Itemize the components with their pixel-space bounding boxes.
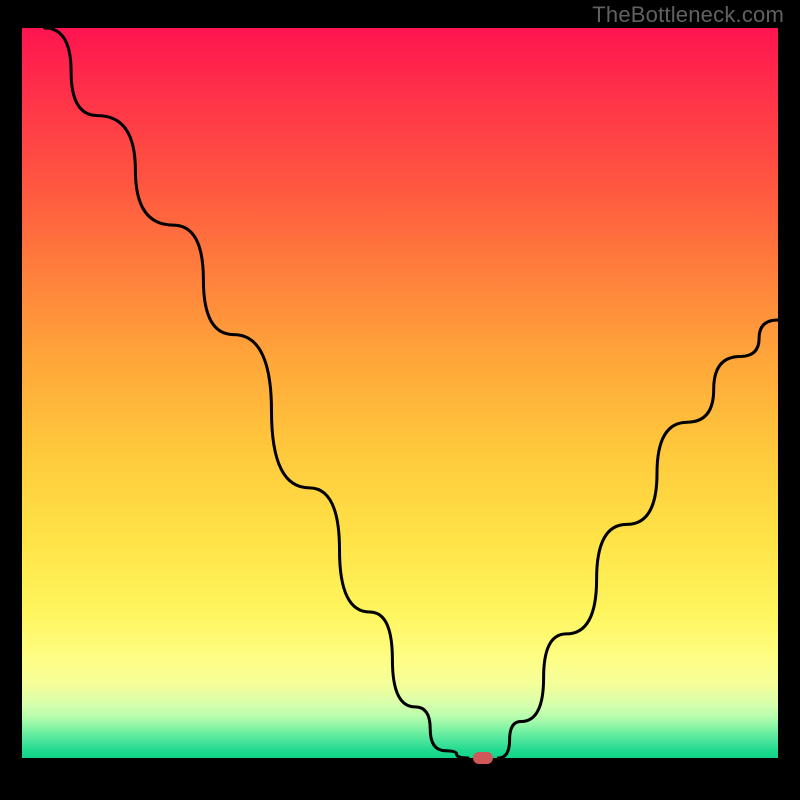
heatmap-gradient bbox=[22, 28, 778, 758]
chart-container: TheBottleneck.com bbox=[0, 0, 800, 800]
optimal-marker bbox=[473, 752, 493, 764]
watermark-text: TheBottleneck.com bbox=[592, 2, 784, 28]
